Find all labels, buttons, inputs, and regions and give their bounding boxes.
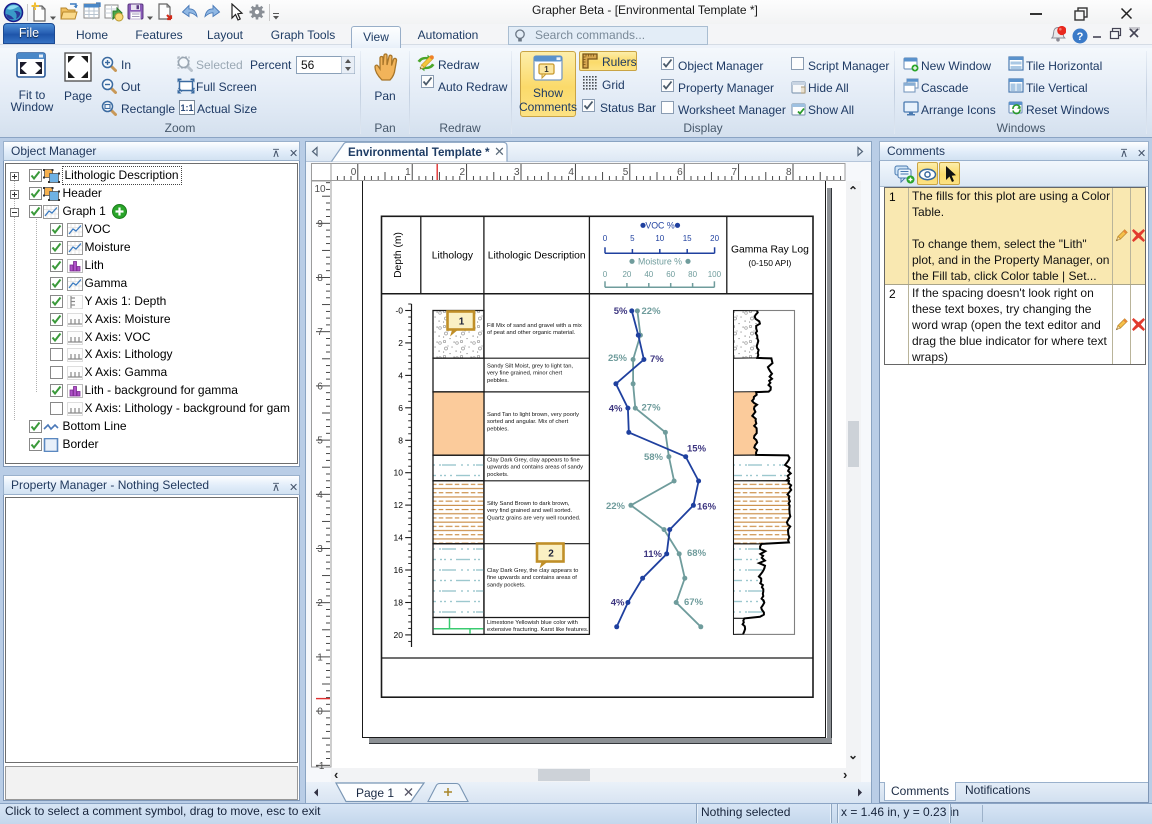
svg-text:10: 10 — [655, 234, 664, 243]
svg-text:8: 8 — [398, 435, 403, 445]
svg-text:12: 12 — [394, 500, 404, 510]
svg-text:5: 5 — [317, 436, 323, 447]
svg-text:7%: 7% — [650, 354, 664, 365]
svg-text:-0: -0 — [395, 306, 403, 316]
svg-text:(0-150 API): (0-150 API) — [748, 258, 791, 268]
svg-text:68%: 68% — [687, 548, 707, 559]
svg-text:20: 20 — [622, 270, 631, 279]
svg-text:20: 20 — [710, 234, 719, 243]
svg-text:4: 4 — [317, 490, 323, 501]
svg-text:VOC %: VOC % — [645, 221, 675, 231]
svg-text:20: 20 — [394, 630, 404, 640]
svg-text:1: 1 — [317, 652, 323, 663]
svg-text:Fill Mix of sand and gravel w: Fill Mix of sand and gravel with a mixof… — [487, 323, 582, 336]
svg-text:Lithology: Lithology — [432, 251, 474, 262]
svg-text:6: 6 — [317, 381, 323, 392]
svg-text:3: 3 — [514, 167, 520, 178]
svg-text:11%: 11% — [644, 549, 663, 560]
svg-text:1: 1 — [405, 167, 411, 178]
svg-text:58%: 58% — [644, 452, 664, 463]
svg-text:1:1: 1:1 — [180, 103, 193, 113]
svg-text:Sand Tan to light brown, very: Sand Tan to light brown, very poorlysort… — [487, 412, 579, 432]
svg-text:Depth (m): Depth (m) — [393, 232, 404, 278]
svg-text:2: 2 — [398, 338, 403, 348]
svg-text:5%: 5% — [614, 306, 628, 317]
svg-text:8: 8 — [317, 273, 323, 284]
svg-text:4: 4 — [568, 167, 574, 178]
svg-text:2: 2 — [317, 598, 323, 609]
svg-text:-1: -1 — [316, 761, 325, 772]
svg-text:4: 4 — [398, 370, 403, 380]
svg-text:40: 40 — [644, 270, 653, 279]
svg-text:2: 2 — [460, 167, 466, 178]
svg-text:1: 1 — [459, 317, 465, 328]
svg-text:?: ? — [1077, 31, 1084, 43]
svg-text:Clay Dark Grey, clay appears: Clay Dark Grey, clay appears to fineupwa… — [487, 458, 583, 478]
svg-text:2: 2 — [548, 549, 554, 560]
svg-text:4%: 4% — [609, 404, 623, 415]
svg-text:3: 3 — [317, 544, 323, 555]
svg-text:22%: 22% — [606, 501, 626, 512]
svg-text:16: 16 — [394, 565, 404, 575]
svg-text:18: 18 — [394, 598, 404, 608]
svg-text:5: 5 — [630, 234, 635, 243]
svg-text:Page 1: Page 1 — [356, 786, 394, 800]
svg-text:0: 0 — [603, 234, 608, 243]
svg-text:0: 0 — [603, 270, 608, 279]
svg-text:9: 9 — [317, 219, 323, 230]
svg-text:14: 14 — [394, 533, 404, 543]
svg-text:8: 8 — [786, 167, 792, 178]
svg-text:6: 6 — [398, 403, 403, 413]
svg-text:16%: 16% — [697, 502, 717, 513]
svg-text:10: 10 — [314, 184, 326, 195]
svg-text:22%: 22% — [642, 306, 662, 317]
svg-text:67%: 67% — [684, 597, 704, 608]
svg-text:15%: 15% — [687, 444, 707, 455]
svg-text:25%: 25% — [608, 353, 628, 364]
svg-text:7: 7 — [732, 167, 738, 178]
svg-text:1: 1 — [544, 65, 549, 74]
svg-text:6: 6 — [677, 167, 683, 178]
svg-text:7: 7 — [317, 327, 323, 338]
svg-text:4%: 4% — [611, 598, 625, 609]
svg-text:15: 15 — [683, 234, 692, 243]
svg-text:60: 60 — [666, 270, 675, 279]
svg-text:Limestone Yellowish blue color: Limestone Yellowish blue color withexten… — [487, 620, 589, 633]
svg-text:Lithologic Description: Lithologic Description — [488, 251, 586, 262]
svg-text:Moisture %: Moisture % — [638, 257, 682, 267]
svg-text:10: 10 — [394, 468, 404, 478]
svg-text:Sandy Silt Moist, grey to ligh: Sandy Silt Moist, grey to light tan,very… — [487, 364, 573, 384]
svg-text:Silty Sand Brown to dark brown: Silty Sand Brown to dark brown,very find… — [487, 501, 581, 521]
svg-text:Clay Dark Grey, the clay appe: Clay Dark Grey, the clay appears tofine … — [487, 568, 578, 588]
svg-text:27%: 27% — [642, 403, 662, 414]
svg-text:80: 80 — [688, 270, 697, 279]
svg-text:100: 100 — [708, 270, 722, 279]
svg-text:0: 0 — [317, 707, 323, 718]
svg-text:0: 0 — [351, 167, 357, 178]
svg-text:5: 5 — [623, 167, 629, 178]
svg-text:Gamma Ray Log: Gamma Ray Log — [731, 245, 809, 256]
